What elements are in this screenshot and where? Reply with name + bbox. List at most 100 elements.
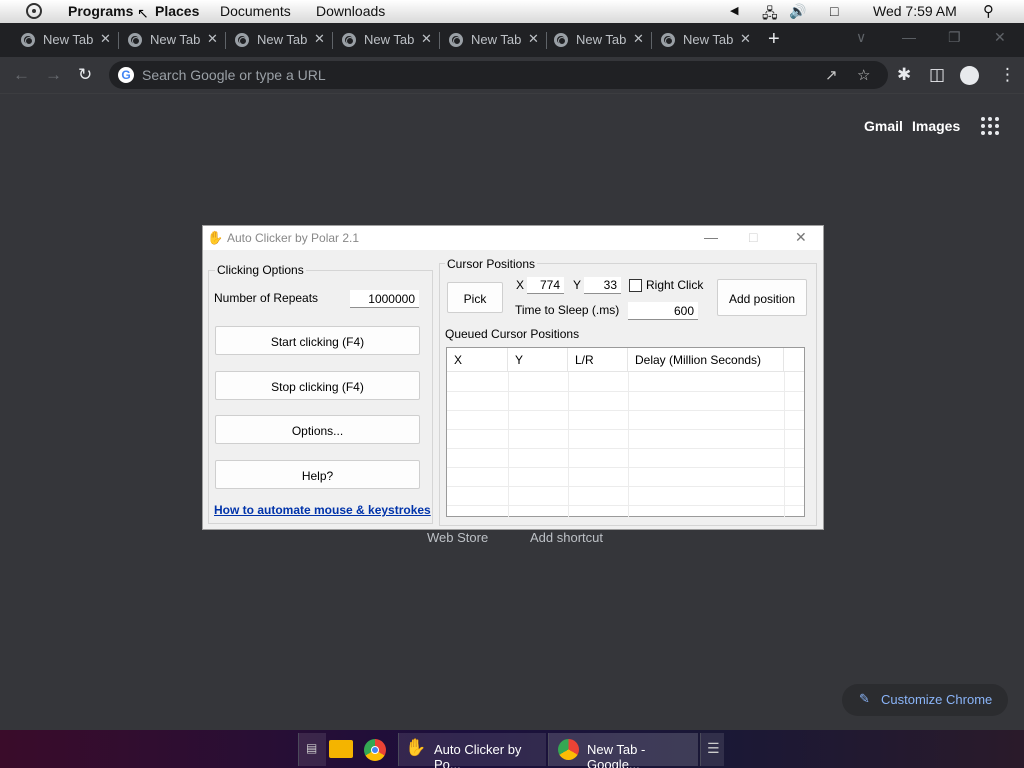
shortcut-web-store[interactable]: Web Store — [427, 530, 488, 545]
desktop-icon: ▤ — [306, 741, 318, 755]
clicking-options-title: Clicking Options — [215, 263, 306, 277]
back-icon[interactable]: ← — [13, 65, 30, 85]
menu-downloads[interactable]: Downloads — [316, 3, 385, 19]
browser-tab[interactable]: New Tab ✕ — [333, 23, 440, 57]
sleep-input[interactable]: 600 — [628, 302, 698, 320]
close-tab-icon[interactable]: ✕ — [100, 31, 111, 47]
pick-button[interactable]: Pick — [447, 282, 503, 313]
menu-documents[interactable]: Documents — [220, 3, 291, 19]
y-input[interactable]: 33 — [584, 277, 621, 294]
minimize-icon[interactable]: — — [902, 29, 916, 45]
top-panel: Programs ↖ Places Documents Downloads ◀ … — [0, 0, 1024, 23]
extensions-icon[interactable]: ✱ — [897, 65, 911, 85]
activities-icon[interactable] — [26, 3, 42, 19]
grid-line — [447, 486, 804, 487]
clock[interactable]: Wed 7:59 AM — [873, 3, 957, 19]
display-icon[interactable]: □ — [830, 3, 838, 19]
column-header-delay[interactable]: Delay (Million Seconds) — [628, 348, 784, 372]
close-window-icon[interactable]: ✕ — [994, 29, 1006, 46]
grid-line — [508, 372, 509, 517]
grid-line — [447, 505, 804, 506]
close-icon[interactable]: ✕ — [795, 229, 807, 246]
taskbar-overflow-button[interactable]: ☰ — [700, 733, 724, 766]
column-header-y[interactable]: Y — [508, 348, 568, 372]
grid-line — [447, 429, 804, 430]
google-g-icon: G — [118, 67, 134, 83]
close-tab-icon[interactable]: ✕ — [314, 31, 325, 47]
column-header-x[interactable]: X — [447, 348, 508, 372]
browser-tab-active[interactable]: New Tab ✕ — [652, 23, 759, 57]
share-icon[interactable]: ↗ — [825, 66, 838, 84]
automate-link[interactable]: How to automate mouse & keystrokes — [214, 503, 431, 517]
hand-cursor-icon: ✋ — [207, 230, 224, 245]
shortcut-add[interactable]: Add shortcut — [530, 530, 603, 545]
stop-clicking-button[interactable]: Stop clicking (F4) — [215, 371, 420, 400]
taskbar-item-autoclicker[interactable]: ✋ Auto Clicker by Po... — [398, 733, 546, 768]
grid-line — [447, 467, 804, 468]
grid-line — [447, 410, 804, 411]
volume-icon[interactable]: 🔊 — [789, 3, 806, 20]
x-input[interactable]: 774 — [527, 277, 564, 294]
close-tab-icon[interactable]: ✕ — [528, 31, 539, 47]
x-label: X — [516, 278, 525, 292]
side-panel-icon[interactable]: ◫ — [929, 65, 945, 85]
minimize-icon[interactable]: — — [704, 229, 718, 245]
queued-label: Queued Cursor Positions — [445, 327, 580, 341]
grid-line — [447, 448, 804, 449]
queued-positions-table[interactable]: X Y L/R Delay (Million Seconds) — [446, 347, 805, 517]
close-tab-icon[interactable]: ✕ — [207, 31, 218, 47]
cursor-positions-title: Cursor Positions — [445, 257, 538, 271]
restore-icon[interactable]: ❐ — [948, 29, 961, 46]
menu-places[interactable]: Places — [155, 3, 199, 19]
browser-tab[interactable]: New Tab ✕ — [440, 23, 547, 57]
gmail-link[interactable]: Gmail — [864, 118, 903, 134]
y-label: Y — [573, 278, 582, 292]
browser-tab[interactable]: New Tab ✕ — [226, 23, 333, 57]
show-desktop-button[interactable]: ▤ — [298, 733, 326, 766]
autoclicker-window: ✋ Auto Clicker by Polar 2.1 — □ ✕ Clicki… — [202, 225, 824, 530]
tray-arrow-icon[interactable]: ◀ — [730, 4, 738, 17]
browser-tab[interactable]: New Tab ✕ — [119, 23, 226, 57]
tab-title: New Tab — [364, 32, 414, 47]
menu-kebab-icon[interactable]: ⋮ — [999, 65, 1016, 85]
new-tab-button[interactable]: + — [768, 28, 780, 51]
images-link[interactable]: Images — [912, 118, 960, 134]
bookmark-star-icon[interactable]: ☆ — [857, 66, 870, 84]
grid-line — [568, 372, 569, 517]
taskbar-label: Auto Clicker by Po... — [434, 742, 522, 768]
address-bar[interactable]: G Search Google or type a URL ↗ ☆ — [109, 61, 888, 89]
table-header: X Y L/R Delay (Million Seconds) — [447, 348, 804, 372]
tab-search-icon[interactable]: ∨ — [856, 29, 866, 46]
taskbar-item-chrome[interactable]: New Tab - Google... — [548, 733, 698, 768]
taskbar: ▤ ✋ Auto Clicker by Po... New Tab - Goog… — [0, 730, 1024, 768]
taskbar-label: New Tab - Google... — [587, 742, 646, 768]
close-tab-icon[interactable]: ✕ — [740, 31, 751, 47]
file-manager-icon[interactable] — [329, 740, 353, 758]
column-header-lr[interactable]: L/R — [568, 348, 628, 372]
close-tab-icon[interactable]: ✕ — [421, 31, 432, 47]
forward-icon[interactable]: → — [45, 65, 62, 85]
options-button[interactable]: Options... — [215, 415, 420, 444]
maximize-icon: □ — [749, 229, 758, 245]
reload-icon[interactable]: ↻ — [78, 65, 92, 85]
search-icon[interactable]: ⚲ — [983, 2, 994, 20]
browser-tab[interactable]: New Tab ✕ — [12, 23, 119, 57]
help-button[interactable]: Help? — [215, 460, 420, 489]
browser-tab[interactable]: New Tab ✕ — [545, 23, 652, 57]
profile-avatar-icon[interactable] — [960, 66, 979, 85]
repeats-input[interactable]: 1000000 — [350, 290, 419, 308]
tab-title: New Tab — [257, 32, 307, 47]
start-clicking-button[interactable]: Start clicking (F4) — [215, 326, 420, 355]
grid-line — [784, 372, 785, 517]
chrome-favicon-icon — [661, 33, 675, 47]
chrome-favicon-icon — [235, 33, 249, 47]
window-titlebar[interactable]: ✋ Auto Clicker by Polar 2.1 — □ ✕ — [203, 226, 823, 250]
add-position-button[interactable]: Add position — [717, 279, 807, 316]
customize-chrome-button[interactable]: ✎ Customize Chrome — [842, 684, 1008, 716]
google-apps-icon[interactable] — [981, 117, 999, 135]
close-tab-icon[interactable]: ✕ — [633, 31, 644, 47]
menu-programs[interactable]: Programs — [68, 3, 133, 19]
right-click-checkbox[interactable] — [629, 279, 642, 292]
window-title: Auto Clicker by Polar 2.1 — [227, 231, 360, 245]
grid-line — [447, 391, 804, 392]
